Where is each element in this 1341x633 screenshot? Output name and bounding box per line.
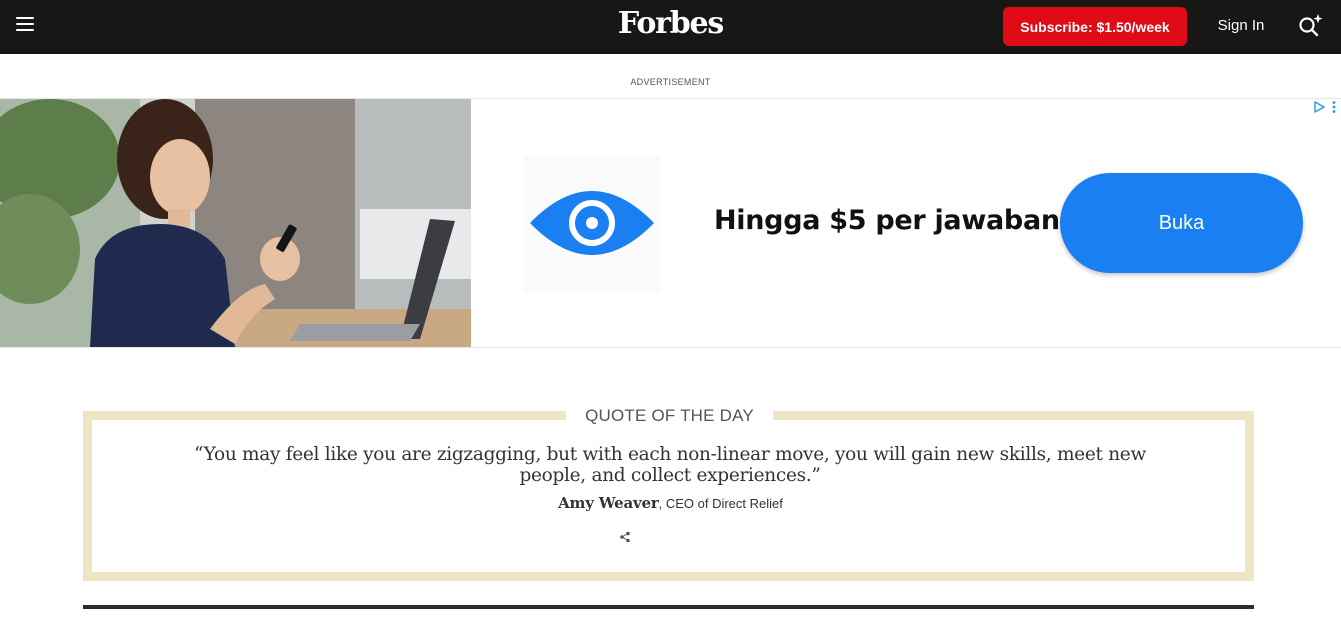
quote-author[interactable]: Amy Weaver [558,494,659,512]
menu-icon[interactable] [16,17,34,35]
eye-logo-icon [530,191,654,255]
section-divider [83,605,1254,609]
ad-menu-icon[interactable] [1332,101,1336,113]
ad-photo-woman-with-phone [0,99,471,347]
adchoices-icon[interactable] [1313,101,1325,113]
ad-banner[interactable]: Hingga $5 per jawaban Buka [0,98,1341,348]
quote-author-role: , CEO of Direct Relief [658,496,783,511]
subscribe-button[interactable]: Subscribe: $1.50/week [1003,7,1187,46]
advertisement-label: ADVERTISEMENT [630,77,711,87]
quote-attribution: Amy Weaver, CEO of Direct Relief [0,494,1341,513]
share-icon[interactable] [619,531,631,543]
ad-open-button[interactable]: Buka [1060,173,1303,273]
quote-of-the-day-title: QUOTE OF THE DAY [566,404,773,428]
top-navigation-bar: Forbes Subscribe: $1.50/week Sign In [0,0,1341,54]
sign-in-link[interactable]: Sign In [1205,17,1277,34]
ad-headline: Hingga $5 per jawaban [714,205,1060,236]
ad-app-logo [524,155,660,291]
quote-text: “You may feel like you are zigzagging, b… [194,444,1146,486]
forbes-logo[interactable]: Forbes [618,6,724,41]
search-sparkle-icon[interactable] [1296,11,1326,41]
